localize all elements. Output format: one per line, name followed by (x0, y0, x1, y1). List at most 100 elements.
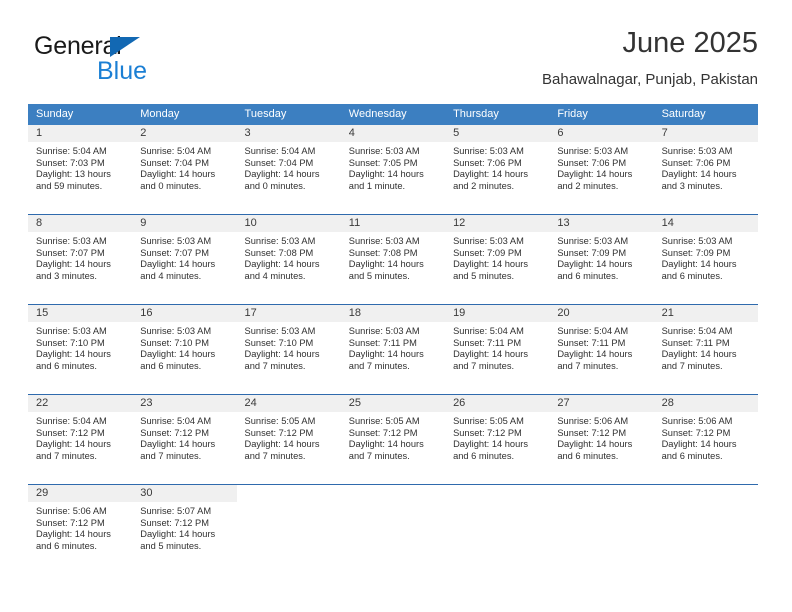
day-details: Sunrise: 5:03 AM Sunset: 7:08 PM Daylight:… (341, 232, 445, 282)
daylight-text: and 5 minutes. (348, 270, 410, 281)
calendar-day-cell[interactable]: 16 Sunrise: 5:03 AM Sunset: 7:10 PM Dayligh… (132, 305, 237, 394)
sunrise-text: Sunrise: 5:04 AM (36, 146, 107, 156)
calendar-day-cell[interactable]: 13 Sunrise: 5:03 AM Sunset: 7:09 PM Dayligh… (549, 215, 654, 304)
daylight-text: and 7 minutes. (348, 360, 410, 371)
sunrise-text: Sunrise: 5:06 AM (661, 416, 733, 426)
calendar-day-cell[interactable]: 2 Sunrise: 5:04 AM Sunset: 7:04 PM Daylight… (132, 125, 237, 214)
calendar-day-cell[interactable]: 10 Sunrise: 5:03 AM Sunset: 7:08 PM Dayligh… (236, 215, 341, 304)
calendar-week-row: 22 Sunrise: 5:04 AM Sunset: 7:12 PM Dayligh… (28, 394, 758, 484)
sunrise-text: Sunrise: 5:03 AM (36, 236, 107, 246)
calendar-day-cell[interactable]: 30 Sunrise: 5:07 AM Sunset: 7:12 PM Dayligh… (132, 485, 237, 574)
day-number: 29 (36, 487, 49, 499)
daylight-text: Daylight: 14 hours (140, 169, 216, 180)
daylight-text: Daylight: 14 hours (348, 259, 424, 270)
daylight-text: Daylight: 14 hours (244, 169, 320, 180)
day-number-band: 5 (445, 125, 550, 142)
day-details: Sunrise: 5:03 AM Sunset: 7:06 PM Daylight:… (654, 142, 758, 192)
calendar-empty-cell (549, 485, 654, 574)
day-number-band (341, 485, 445, 502)
calendar-day-cell[interactable]: 25 Sunrise: 5:05 AM Sunset: 7:12 PM Dayligh… (340, 395, 446, 484)
calendar-day-cell[interactable]: 5 Sunrise: 5:03 AM Sunset: 7:06 PM Daylight… (445, 125, 550, 214)
daylight-text: and 6 minutes. (661, 270, 723, 281)
day-number-band: 26 (445, 395, 550, 412)
weekday-header-friday: Friday (557, 108, 588, 120)
calendar-day-cell[interactable]: 7 Sunrise: 5:03 AM Sunset: 7:06 PM Daylight… (653, 125, 758, 214)
sunrise-text: Sunrise: 5:04 AM (140, 146, 212, 156)
daylight-text: and 2 minutes. (453, 180, 515, 191)
calendar-day-cell[interactable]: 14 Sunrise: 5:03 AM Sunset: 7:09 PM Dayligh… (653, 215, 758, 304)
calendar-day-cell[interactable]: 11 Sunrise: 5:03 AM Sunset: 7:08 PM Dayligh… (340, 215, 446, 304)
day-details: Sunrise: 5:05 AM Sunset: 7:12 PM Daylight:… (237, 412, 341, 462)
day-details: Sunrise: 5:04 AM Sunset: 7:12 PM Daylight:… (132, 412, 236, 462)
calendar-day-cell[interactable]: 29 Sunrise: 5:06 AM Sunset: 7:12 PM Dayligh… (28, 485, 133, 574)
calendar-day-cell[interactable]: 26 Sunrise: 5:05 AM Sunset: 7:12 PM Dayligh… (445, 395, 550, 484)
day-details: Sunrise: 5:04 AM Sunset: 7:04 PM Daylight:… (237, 142, 341, 192)
day-details: Sunrise: 5:03 AM Sunset: 7:11 PM Daylight:… (341, 322, 445, 372)
calendar-day-cell[interactable]: 23 Sunrise: 5:04 AM Sunset: 7:12 PM Dayligh… (132, 395, 237, 484)
daylight-text: Daylight: 14 hours (348, 439, 424, 450)
calendar-day-cell[interactable]: 18 Sunrise: 5:03 AM Sunset: 7:11 PM Dayligh… (340, 305, 446, 394)
day-number: 10 (244, 217, 257, 229)
calendar-page: General Blue June 2025 Bahawalnagar, Pun… (0, 0, 792, 612)
day-number-band: 23 (132, 395, 237, 412)
sunset-text: Sunset: 7:12 PM (36, 517, 105, 528)
sunset-text: Sunset: 7:12 PM (140, 517, 209, 528)
daylight-text: and 0 minutes. (140, 180, 202, 191)
daylight-text: and 0 minutes. (244, 180, 306, 191)
sunrise-text: Sunrise: 5:05 AM (348, 416, 420, 426)
daylight-text: and 4 minutes. (140, 270, 202, 281)
calendar-day-cell[interactable]: 1 Sunrise: 5:04 AM Sunset: 7:03 PM Daylight… (28, 125, 133, 214)
sunset-text: Sunset: 7:12 PM (661, 427, 731, 438)
calendar-day-cell[interactable]: 8 Sunrise: 5:03 AM Sunset: 7:07 PM Daylight… (28, 215, 133, 304)
calendar-day-cell[interactable]: 27 Sunrise: 5:06 AM Sunset: 7:12 PM Dayligh… (549, 395, 654, 484)
calendar-empty-cell (340, 485, 446, 574)
calendar-day-cell[interactable]: 3 Sunrise: 5:04 AM Sunset: 7:04 PM Daylight… (236, 125, 341, 214)
day-details: Sunrise: 5:04 AM Sunset: 7:12 PM Daylight:… (28, 412, 132, 462)
daylight-text: and 3 minutes. (661, 180, 723, 191)
daylight-text: Daylight: 14 hours (453, 169, 528, 180)
day-details: Sunrise: 5:03 AM Sunset: 7:06 PM Daylight:… (445, 142, 549, 192)
daylight-text: Daylight: 14 hours (661, 439, 737, 450)
daylight-text: Daylight: 14 hours (36, 529, 111, 540)
sunrise-text: Sunrise: 5:03 AM (348, 326, 420, 336)
day-number-band: 1 (28, 125, 133, 142)
daylight-text: and 1 minute. (348, 180, 406, 191)
sunset-text: Sunset: 7:10 PM (244, 337, 314, 348)
sunset-text: Sunset: 7:08 PM (244, 247, 314, 258)
calendar-day-cell[interactable]: 17 Sunrise: 5:03 AM Sunset: 7:10 PM Dayligh… (236, 305, 341, 394)
calendar-day-cell[interactable]: 19 Sunrise: 5:04 AM Sunset: 7:11 PM Dayligh… (445, 305, 550, 394)
day-number-band: 6 (549, 125, 654, 142)
calendar-day-cell[interactable]: 12 Sunrise: 5:03 AM Sunset: 7:09 PM Dayligh… (445, 215, 550, 304)
daylight-text: and 6 minutes. (36, 540, 97, 551)
daylight-text: and 7 minutes. (244, 360, 306, 371)
day-details: Sunrise: 5:03 AM Sunset: 7:10 PM Daylight:… (237, 322, 341, 372)
day-number: 18 (348, 307, 362, 319)
sunset-text: Sunset: 7:05 PM (348, 157, 418, 168)
sunset-text: Sunset: 7:06 PM (557, 157, 627, 168)
day-details: Sunrise: 5:04 AM Sunset: 7:11 PM Daylight:… (654, 322, 758, 372)
calendar-day-cell[interactable]: 9 Sunrise: 5:03 AM Sunset: 7:07 PM Daylight… (132, 215, 237, 304)
general-blue-logo[interactable]: General Blue (34, 32, 254, 88)
calendar-day-cell[interactable]: 24 Sunrise: 5:05 AM Sunset: 7:12 PM Dayligh… (236, 395, 341, 484)
calendar-day-cell[interactable]: 21 Sunrise: 5:04 AM Sunset: 7:11 PM Dayligh… (653, 305, 758, 394)
calendar-day-cell[interactable]: 6 Sunrise: 5:03 AM Sunset: 7:06 PM Daylight… (549, 125, 654, 214)
day-number-band: 17 (236, 305, 341, 322)
sunset-text: Sunset: 7:12 PM (557, 427, 627, 438)
sunrise-text: Sunrise: 5:03 AM (661, 146, 733, 156)
daylight-text: Daylight: 14 hours (244, 259, 320, 270)
sunset-text: Sunset: 7:10 PM (36, 337, 105, 348)
day-number-band: 21 (653, 305, 758, 322)
calendar-day-cell[interactable]: 22 Sunrise: 5:04 AM Sunset: 7:12 PM Dayligh… (28, 395, 133, 484)
calendar-day-cell[interactable]: 20 Sunrise: 5:04 AM Sunset: 7:11 PM Dayligh… (549, 305, 654, 394)
calendar-day-cell[interactable]: 15 Sunrise: 5:03 AM Sunset: 7:10 PM Dayligh… (28, 305, 133, 394)
day-number: 26 (453, 397, 466, 409)
sunset-text: Sunset: 7:07 PM (36, 247, 105, 258)
day-details: Sunrise: 5:04 AM Sunset: 7:04 PM Daylight:… (132, 142, 236, 192)
calendar-day-cell[interactable]: 28 Sunrise: 5:06 AM Sunset: 7:12 PM Dayligh… (653, 395, 758, 484)
calendar-day-cell[interactable]: 4 Sunrise: 5:03 AM Sunset: 7:05 PM Daylight… (340, 125, 446, 214)
daylight-text: Daylight: 14 hours (36, 259, 111, 270)
sunset-text: Sunset: 7:03 PM (36, 157, 105, 168)
day-details: Sunrise: 5:04 AM Sunset: 7:03 PM Daylight:… (28, 142, 132, 192)
daylight-text: Daylight: 13 hours (36, 169, 111, 180)
sunset-text: Sunset: 7:07 PM (140, 247, 209, 258)
